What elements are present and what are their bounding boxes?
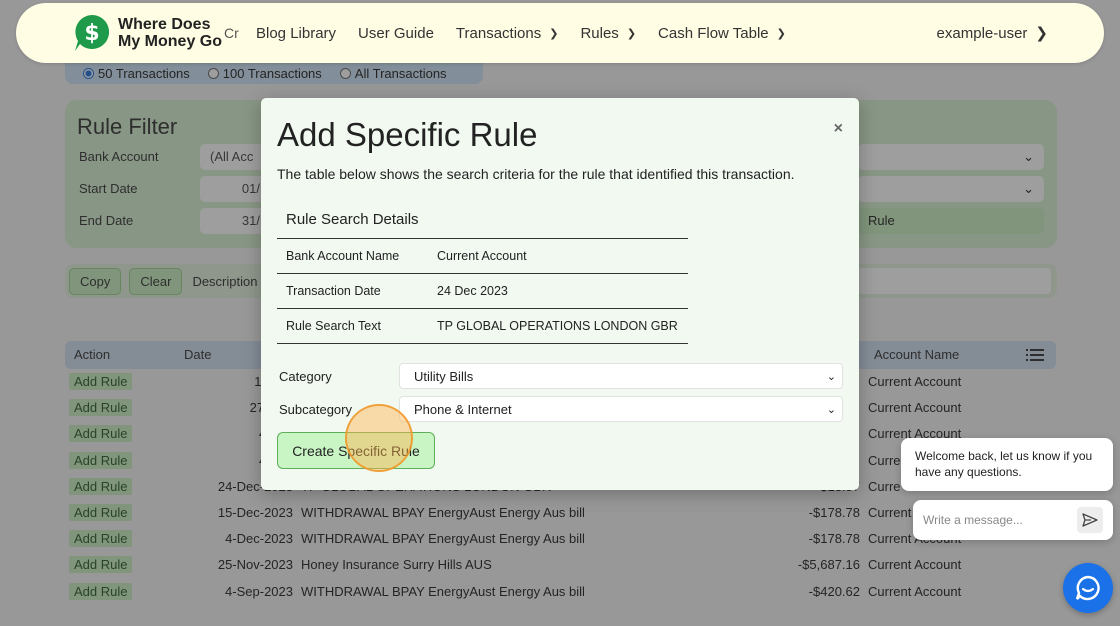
detail-key: Bank Account Name <box>277 238 428 274</box>
nav-rules[interactable]: Rules ❯ <box>580 25 636 42</box>
detail-key: Transaction Date <box>277 273 428 309</box>
category-select[interactable]: Utility Bills ⌄ <box>399 363 843 389</box>
detail-key: Rule Search Text <box>277 308 428 344</box>
subcategory-value: Phone & Internet <box>414 401 512 417</box>
send-button[interactable] <box>1077 507 1103 533</box>
chevron-down-icon: ❯ <box>549 27 559 40</box>
chevron-down-icon: ❯ <box>1035 25 1048 42</box>
hidden-fragment: Cr <box>224 25 239 41</box>
top-navbar: $ Where Does My Money Go Cr Blog Library… <box>16 3 1104 63</box>
send-icon <box>1082 513 1098 527</box>
detail-value: TP GLOBAL OPERATIONS LONDON GBR <box>428 308 688 344</box>
chat-message-input[interactable]: Write a message... <box>913 500 1113 540</box>
category-label: Category <box>279 369 332 384</box>
table-row: Bank Account Name Current Account <box>277 238 688 274</box>
nav-cash-flow-table[interactable]: Cash Flow Table ❯ <box>658 25 786 42</box>
detail-value: Current Account <box>428 238 688 274</box>
dollar-logo-icon: $ <box>75 14 110 51</box>
detail-value: 24 Dec 2023 <box>428 273 688 309</box>
nav-user-guide[interactable]: User Guide <box>358 25 434 42</box>
rule-search-details-table: Rule Search Details Bank Account Name Cu… <box>277 203 688 344</box>
subcategory-select[interactable]: Phone & Internet ⌄ <box>399 396 843 422</box>
user-menu[interactable]: example-user ❯ <box>937 24 1048 43</box>
category-value: Utility Bills <box>414 368 474 384</box>
create-specific-rule-button[interactable]: Create Specific Rule <box>277 432 435 469</box>
chat-placeholder: Write a message... <box>923 513 1023 527</box>
chevron-down-icon: ❯ <box>626 27 637 40</box>
table-row: Rule Search Text TP GLOBAL OPERATIONS LO… <box>277 308 688 344</box>
nav-blog-library[interactable]: Blog Library <box>256 25 336 42</box>
modal-subtitle: The table below shows the search criteri… <box>277 166 795 182</box>
subcategory-label: Subcategory <box>279 402 352 417</box>
svg-text:$: $ <box>84 21 99 46</box>
modal-title: Add Specific Rule <box>277 116 538 153</box>
chat-launcher-button[interactable] <box>1063 563 1113 613</box>
logo-text: Where Does My Money Go <box>118 16 223 50</box>
close-icon[interactable]: × <box>834 120 843 138</box>
chevron-down-icon: ⌄ <box>826 403 836 416</box>
chat-bubble-icon <box>1075 575 1100 601</box>
add-specific-rule-modal: Add Specific Rule × The table below show… <box>261 98 859 490</box>
chevron-down-icon: ❯ <box>776 27 786 40</box>
chat-greeting-bubble: Welcome back, let us know if you have an… <box>901 438 1113 491</box>
table-row: Transaction Date 24 Dec 2023 <box>277 273 688 309</box>
chevron-down-icon: ⌄ <box>826 370 836 383</box>
logo[interactable]: $ Where Does My Money Go <box>72 13 228 53</box>
nav-transactions[interactable]: Transactions ❯ <box>456 25 559 42</box>
rule-search-details-heading: Rule Search Details <box>277 203 688 239</box>
